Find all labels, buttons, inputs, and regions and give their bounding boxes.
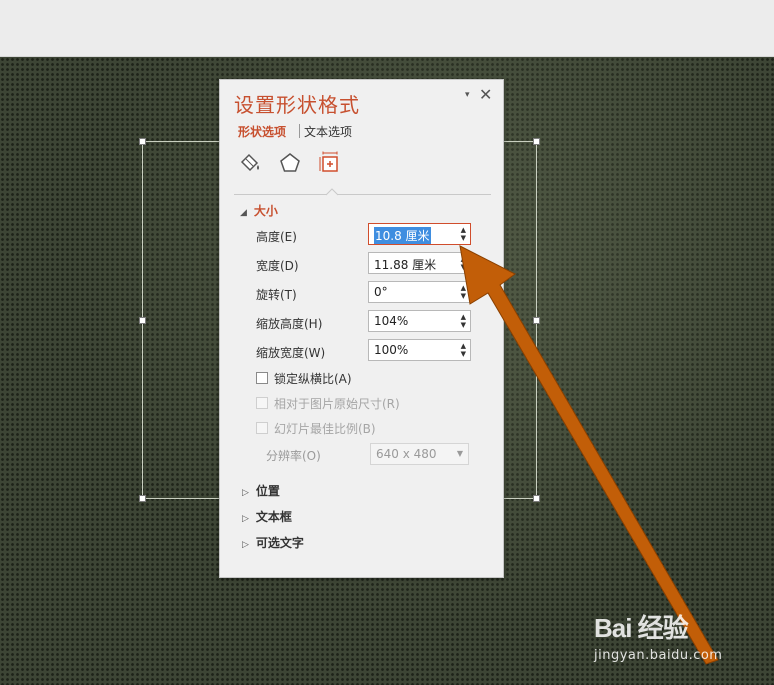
pane-title: 设置形状格式 bbox=[234, 93, 360, 117]
rotation-value[interactable]: 0° bbox=[374, 285, 388, 299]
best-scale-slideshow-checkbox[interactable] bbox=[256, 422, 268, 434]
expanded-triangle-icon: ◢ bbox=[240, 208, 247, 218]
resize-handle-top-right[interactable] bbox=[533, 138, 540, 145]
fill-bucket-icon[interactable] bbox=[238, 151, 262, 175]
resize-handle-middle-left[interactable] bbox=[139, 317, 146, 324]
spin-down-icon[interactable]: ▼ bbox=[461, 321, 466, 329]
best-scale-slideshow-label: 幻灯片最佳比例(B) bbox=[274, 422, 376, 436]
section-alt-text-title: 可选文字 bbox=[255, 536, 304, 550]
relative-original-size-checkbox[interactable] bbox=[256, 397, 268, 409]
collapsed-triangle-icon: ▷ bbox=[242, 488, 249, 498]
rotation-label: 旋转(T) bbox=[256, 288, 297, 302]
size-properties-icon[interactable] bbox=[318, 151, 342, 175]
ribbon-strip bbox=[0, 0, 774, 57]
pane-options-icon[interactable]: ▾ bbox=[465, 90, 470, 100]
rotation-spinner[interactable]: 0° ▲ ▼ bbox=[368, 281, 471, 303]
section-size-header[interactable]: ◢ 大小 bbox=[240, 202, 278, 219]
spin-down-icon[interactable]: ▼ bbox=[461, 263, 466, 271]
height-spinner[interactable]: 10.8 厘米 ▲ ▼ bbox=[368, 223, 471, 245]
close-icon[interactable]: ✕ bbox=[479, 85, 492, 104]
height-value[interactable]: 10.8 厘米 bbox=[374, 227, 431, 244]
scale-width-label: 缩放宽度(W) bbox=[256, 346, 326, 360]
scale-height-value[interactable]: 104% bbox=[374, 314, 408, 328]
watermark-logo: Bai 经验 bbox=[594, 613, 689, 643]
spin-down-icon[interactable]: ▼ bbox=[461, 292, 466, 300]
width-value[interactable]: 11.88 厘米 bbox=[374, 256, 436, 273]
resolution-value: 640 x 480 bbox=[376, 447, 437, 461]
tab-shape-options[interactable]: 形状选项 bbox=[238, 123, 286, 140]
collapsed-triangle-icon: ▷ bbox=[242, 540, 249, 550]
scale-height-spinner[interactable]: 104% ▲ ▼ bbox=[368, 310, 471, 332]
relative-original-size-label: 相对于图片原始尺寸(R) bbox=[274, 397, 400, 411]
section-size-title: 大小 bbox=[253, 204, 278, 218]
tab-content-divider bbox=[234, 194, 491, 195]
spin-up-icon[interactable]: ▲ bbox=[461, 313, 466, 321]
pentagon-icon[interactable] bbox=[278, 151, 302, 175]
tab-text-options[interactable]: 文本选项 bbox=[304, 123, 352, 140]
collapsed-triangle-icon: ▷ bbox=[242, 514, 249, 524]
spin-up-icon[interactable]: ▲ bbox=[461, 226, 466, 234]
spin-up-icon[interactable]: ▲ bbox=[461, 284, 466, 292]
spin-down-icon[interactable]: ▼ bbox=[461, 234, 466, 242]
lock-aspect-ratio-label[interactable]: 锁定纵横比(A) bbox=[274, 370, 352, 387]
section-textbox-title: 文本框 bbox=[255, 510, 292, 524]
scale-height-label: 缩放高度(H) bbox=[256, 317, 323, 331]
resize-handle-middle-right[interactable] bbox=[533, 317, 540, 324]
tab-divider bbox=[299, 124, 300, 138]
format-shape-pane: 设置形状格式 ▾ ✕ 形状选项 文本选项 ◢ 大小 高度(E) 10.8 厘米 ▲… bbox=[219, 79, 504, 578]
resolution-label: 分辨率(O) bbox=[266, 449, 321, 463]
height-label: 高度(E) bbox=[256, 230, 297, 244]
section-alt-text-header[interactable]: ▷ 可选文字 bbox=[242, 534, 304, 551]
resize-handle-bottom-right[interactable] bbox=[533, 495, 540, 502]
spin-down-icon[interactable]: ▼ bbox=[461, 350, 466, 358]
spin-up-icon[interactable]: ▲ bbox=[461, 342, 466, 350]
scale-width-value[interactable]: 100% bbox=[374, 343, 408, 357]
resize-handle-top-left[interactable] bbox=[139, 138, 146, 145]
scale-width-spinner[interactable]: 100% ▲ ▼ bbox=[368, 339, 471, 361]
resolution-select[interactable]: 640 x 480 ▼ bbox=[370, 443, 469, 465]
section-position-header[interactable]: ▷ 位置 bbox=[242, 482, 280, 499]
baidu-jingyan-watermark: Bai 经验 jingyan.baidu.com bbox=[594, 608, 722, 663]
spin-up-icon[interactable]: ▲ bbox=[461, 255, 466, 263]
active-icon-indicator bbox=[326, 188, 338, 196]
width-label: 宽度(D) bbox=[256, 259, 299, 273]
lock-aspect-ratio-checkbox[interactable] bbox=[256, 372, 268, 384]
width-spinner[interactable]: 11.88 厘米 ▲ ▼ bbox=[368, 252, 471, 274]
watermark-url: jingyan.baidu.com bbox=[594, 648, 723, 663]
resize-handle-bottom-left[interactable] bbox=[139, 495, 146, 502]
section-textbox-header[interactable]: ▷ 文本框 bbox=[242, 508, 292, 525]
chevron-down-icon: ▼ bbox=[456, 449, 463, 458]
section-position-title: 位置 bbox=[255, 484, 280, 498]
